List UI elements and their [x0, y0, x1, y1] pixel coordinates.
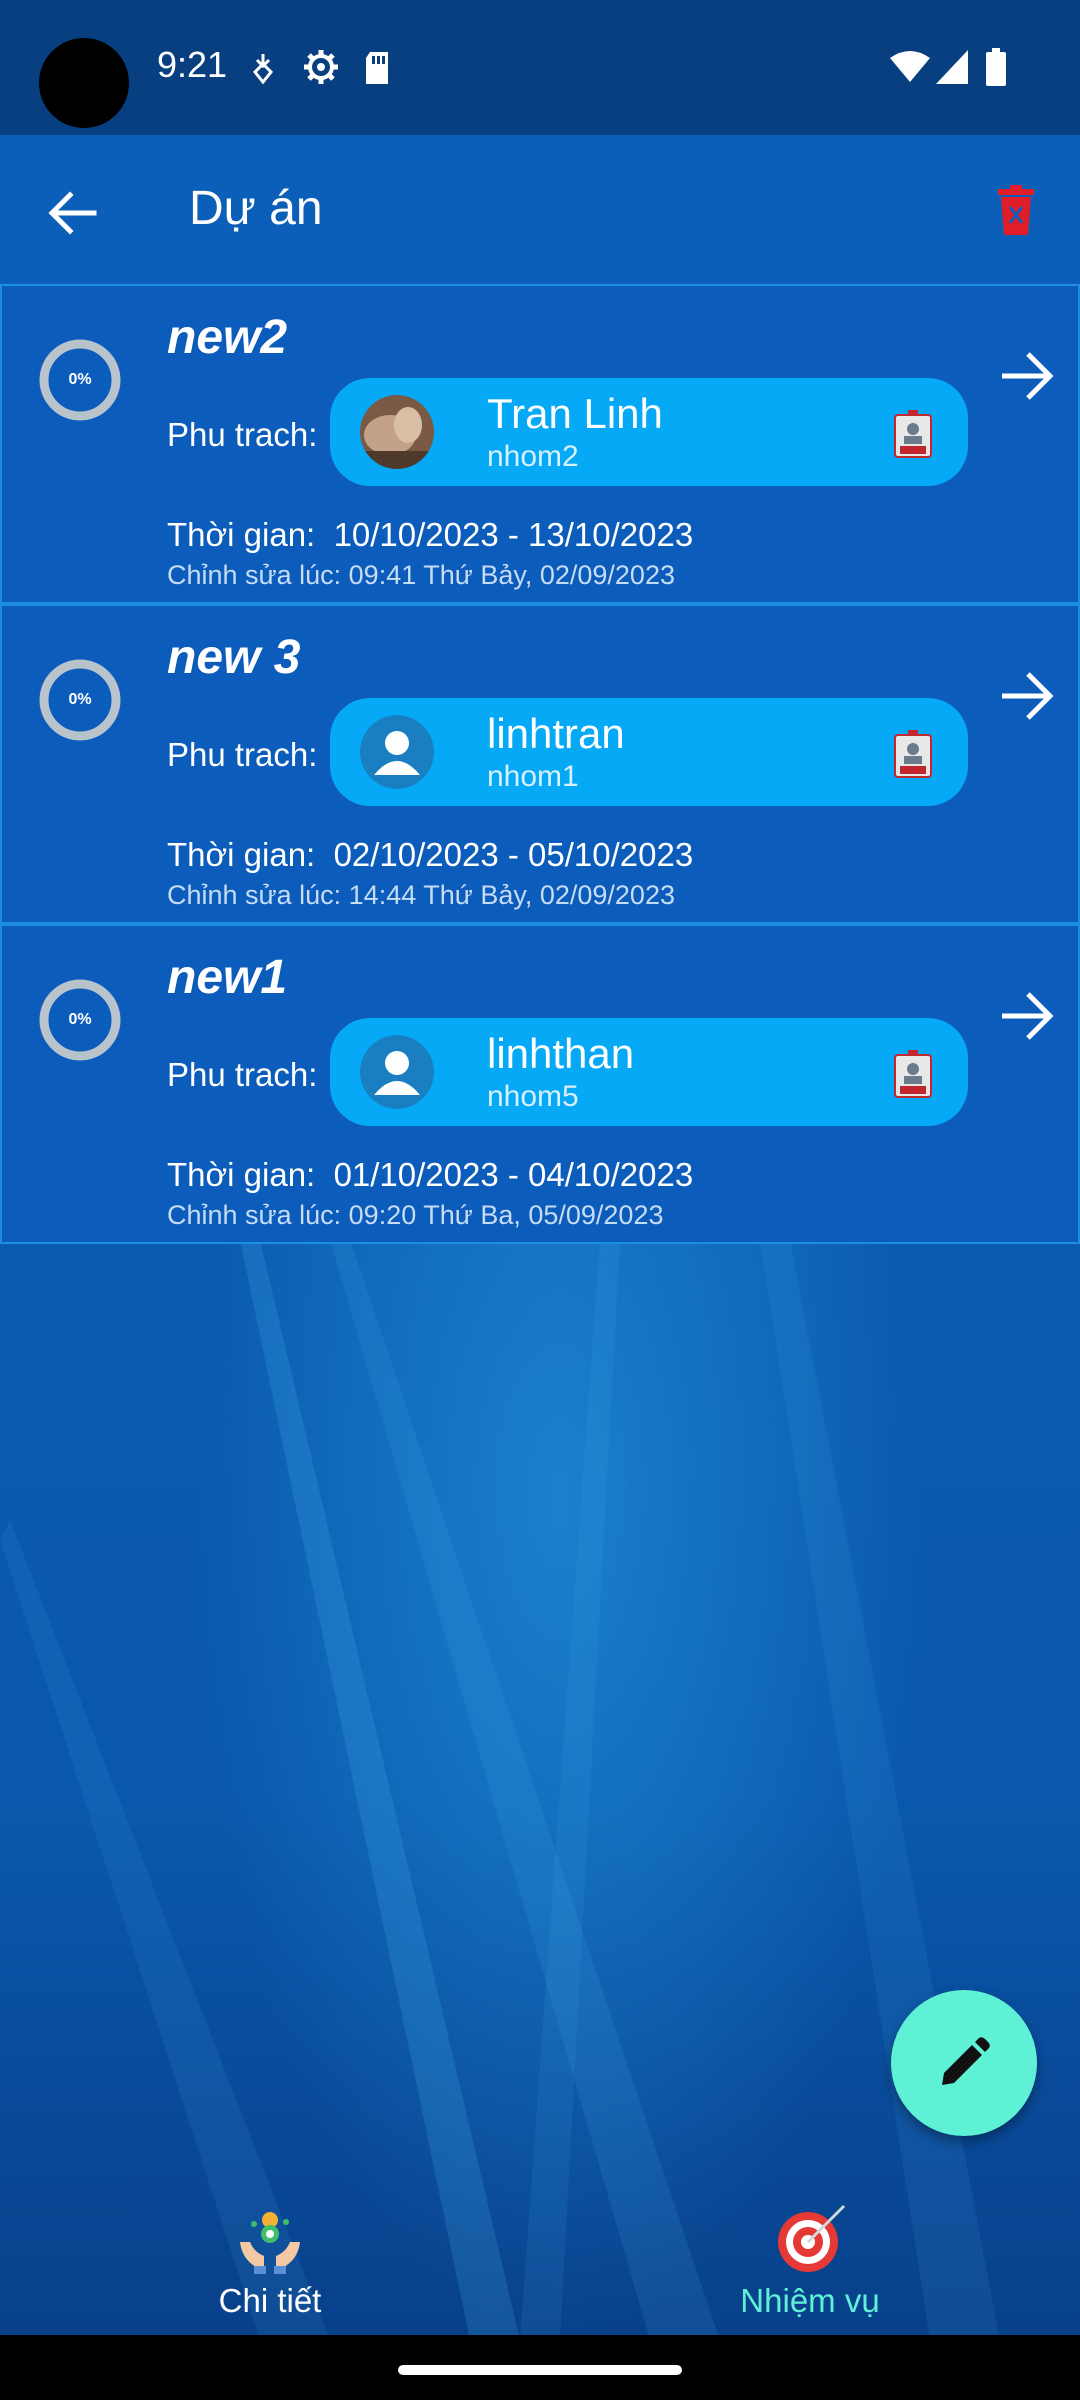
progress-label: 0%: [68, 691, 92, 708]
wifi-icon: [890, 51, 930, 82]
owner-group: nhom1: [487, 760, 579, 793]
progress-label: 0%: [68, 371, 92, 388]
hands-gear-icon: [240, 2212, 300, 2274]
time-label: Thời gian:: [167, 516, 316, 553]
nav-label: Chi tiết: [218, 2282, 322, 2319]
nav-item-details[interactable]: Chi tiết: [0, 2190, 540, 2335]
project-card[interactable]: 0% new2 Phu trach: Tran Linh nhom2 Thời …: [0, 284, 1080, 604]
owner-group: nhom5: [487, 1080, 579, 1113]
project-name: new1: [167, 951, 288, 1004]
project-card[interactable]: 0% new 3 Phu trach: linhtran nhom1 Thời …: [0, 604, 1080, 924]
delete-trash-icon[interactable]: [996, 185, 1036, 235]
bottom-navigation: Chi tiết Nhiệm vụ: [0, 2190, 1080, 2335]
page-title: Dự án: [189, 182, 323, 235]
target-icon: [778, 2204, 846, 2272]
camera-cutout: [39, 38, 129, 128]
staff-badge-icon: [894, 1050, 932, 1098]
status-bar: 9:21: [0, 0, 1080, 135]
nav-label: Nhiệm vụ: [740, 2282, 880, 2319]
owner-chip[interactable]: Tran Linh nhom2: [330, 378, 968, 486]
home-gesture-handle[interactable]: [398, 2365, 682, 2375]
project-card[interactable]: 0% new1 Phu trach: linhthan nhom5 Thời g…: [0, 924, 1080, 1244]
progress-label: 0%: [68, 1011, 92, 1028]
date-range: 10/10/2023 - 13/10/2023: [333, 516, 694, 553]
cell-signal-icon: [936, 50, 968, 84]
project-name: new 3: [167, 631, 301, 684]
avatar: [360, 1035, 434, 1109]
owner-label: Phu trach:: [167, 736, 318, 773]
staff-badge-icon: [894, 410, 932, 458]
project-time: Thời gian: 02/10/2023 - 05/10/2023: [167, 836, 693, 874]
time-label: Thời gian:: [167, 1156, 316, 1193]
project-name: new2: [167, 311, 288, 364]
owner-name: linhtran: [487, 710, 625, 757]
date-range: 02/10/2023 - 05/10/2023: [333, 836, 694, 873]
open-arrow-icon[interactable]: [998, 668, 1058, 724]
owner-label: Phu trach:: [167, 416, 318, 453]
nav-item-tasks[interactable]: Nhiệm vụ: [540, 2190, 1080, 2335]
open-arrow-icon[interactable]: [998, 988, 1058, 1044]
back-arrow-icon[interactable]: [44, 185, 100, 241]
app-bar: Dự án: [0, 135, 1080, 285]
background-rays: [0, 1240, 1000, 2340]
sd-card-icon: [366, 52, 388, 84]
project-time: Thời gian: 10/10/2023 - 13/10/2023: [167, 516, 693, 554]
staff-badge-icon: [894, 730, 932, 778]
owner-name: linhthan: [487, 1030, 635, 1077]
status-time: 9:21: [157, 44, 228, 85]
progress-ring: 0%: [38, 658, 122, 742]
settings-gear-icon: [304, 50, 338, 84]
time-label: Thời gian:: [167, 836, 316, 873]
owner-name: Tran Linh: [487, 390, 663, 437]
open-arrow-icon[interactable]: [998, 348, 1058, 404]
avatar: [360, 395, 434, 469]
date-range: 01/10/2023 - 04/10/2023: [333, 1156, 694, 1193]
edited-timestamp: Chỉnh sửa lúc: 09:20 Thứ Ba, 05/09/2023: [167, 1200, 664, 1230]
edited-timestamp: Chỉnh sửa lúc: 14:44 Thứ Bảy, 02/09/2023: [167, 880, 675, 910]
pencil-icon: [942, 2037, 990, 2085]
avatar: [360, 715, 434, 789]
progress-ring: 0%: [38, 978, 122, 1062]
edit-fab-button[interactable]: [891, 1990, 1037, 2136]
data-saver-icon: [252, 54, 274, 85]
owner-chip[interactable]: linhthan nhom5: [330, 1018, 968, 1126]
battery-icon: [986, 48, 1006, 86]
edited-timestamp: Chỉnh sửa lúc: 09:41 Thứ Bảy, 02/09/2023: [167, 560, 675, 590]
owner-chip[interactable]: linhtran nhom1: [330, 698, 968, 806]
owner-group: nhom2: [487, 440, 579, 473]
project-time: Thời gian: 01/10/2023 - 04/10/2023: [167, 1156, 693, 1194]
progress-ring: 0%: [38, 338, 122, 422]
owner-label: Phu trach:: [167, 1056, 318, 1093]
